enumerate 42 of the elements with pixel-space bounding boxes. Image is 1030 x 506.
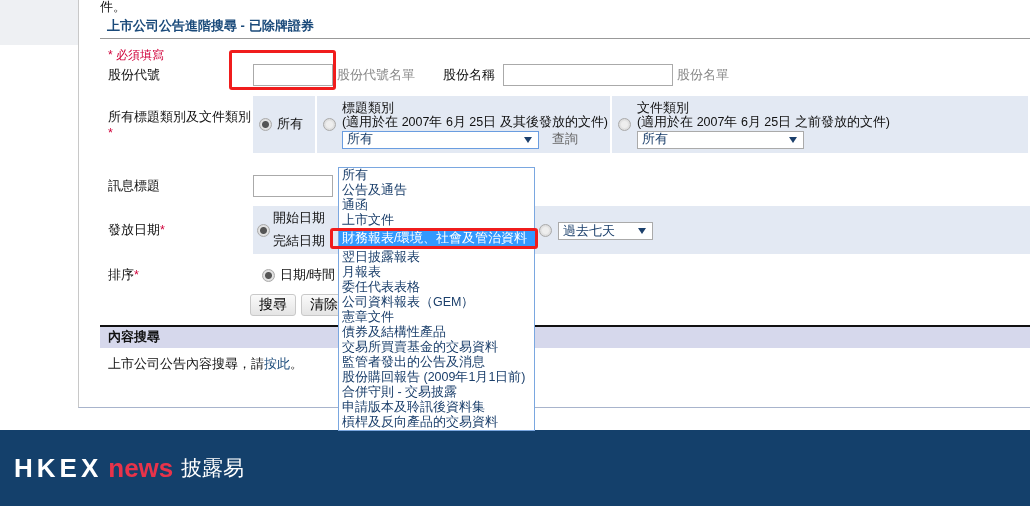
search-button[interactable]: 搜尋 xyxy=(250,294,296,316)
stock-code-list-link[interactable]: 股份代號名單 xyxy=(337,66,415,84)
caret-icon xyxy=(524,136,532,143)
category-select[interactable]: 所有 xyxy=(342,130,539,149)
start-date-label: 開始日期 xyxy=(273,210,325,227)
period-select[interactable]: 過去七天 xyxy=(558,222,653,240)
category-note: (適用於在 2007年 6月 25日 及其後發放的文件) xyxy=(342,114,608,129)
category-note: (適用於在 2007年 6月 25日 之前發放的文件) xyxy=(637,114,890,129)
stock-name-field[interactable] xyxy=(503,64,673,86)
headline-field[interactable] xyxy=(253,175,333,197)
radio-button[interactable] xyxy=(257,223,270,237)
logo-text: news xyxy=(108,452,174,484)
end-date-label: 完結日期 xyxy=(273,233,325,250)
category-title: 標題類別 xyxy=(342,100,395,115)
radio-button[interactable] xyxy=(262,268,275,282)
click-here-link[interactable]: 按此 xyxy=(264,357,290,371)
field-label: 股份名稱 xyxy=(443,66,495,84)
content-search-text: 上市公司公告內容搜尋，請按此。 xyxy=(108,356,303,373)
radio-button[interactable] xyxy=(539,223,552,237)
caret-icon xyxy=(789,136,797,143)
intro-text: 件。 xyxy=(100,0,126,14)
stock-name-list-link[interactable]: 股份名單 xyxy=(677,66,729,84)
radio-label: 日期/時間 xyxy=(280,266,336,284)
radio-button[interactable] xyxy=(323,118,336,131)
document-select[interactable]: 所有 xyxy=(637,130,804,149)
field-label: 訊息標題 xyxy=(108,177,161,195)
radio-label: 所有 xyxy=(277,116,303,133)
lookup-link[interactable]: 查詢 xyxy=(552,131,578,148)
radio-button[interactable] xyxy=(618,118,631,131)
field-label: 發放日期* xyxy=(108,221,166,239)
section-heading: 內容搜尋 xyxy=(108,329,160,346)
field-label: 股份代號 xyxy=(108,66,161,84)
radio-button[interactable] xyxy=(259,118,272,131)
caret-icon xyxy=(638,228,646,234)
page-title: 上市公司公告進階搜尋 - 已除牌證券 xyxy=(100,14,1030,39)
field-label: 所有標題類別及文件類別 * xyxy=(108,109,252,140)
stock-code-field[interactable] xyxy=(253,64,333,86)
required-note: * 必須填寫 xyxy=(107,47,165,63)
category-title: 文件類別 xyxy=(637,100,690,115)
field-label: 排序* xyxy=(108,266,140,284)
logo-text: HKEX xyxy=(14,452,103,484)
logo-text: 披露易 xyxy=(181,455,245,481)
